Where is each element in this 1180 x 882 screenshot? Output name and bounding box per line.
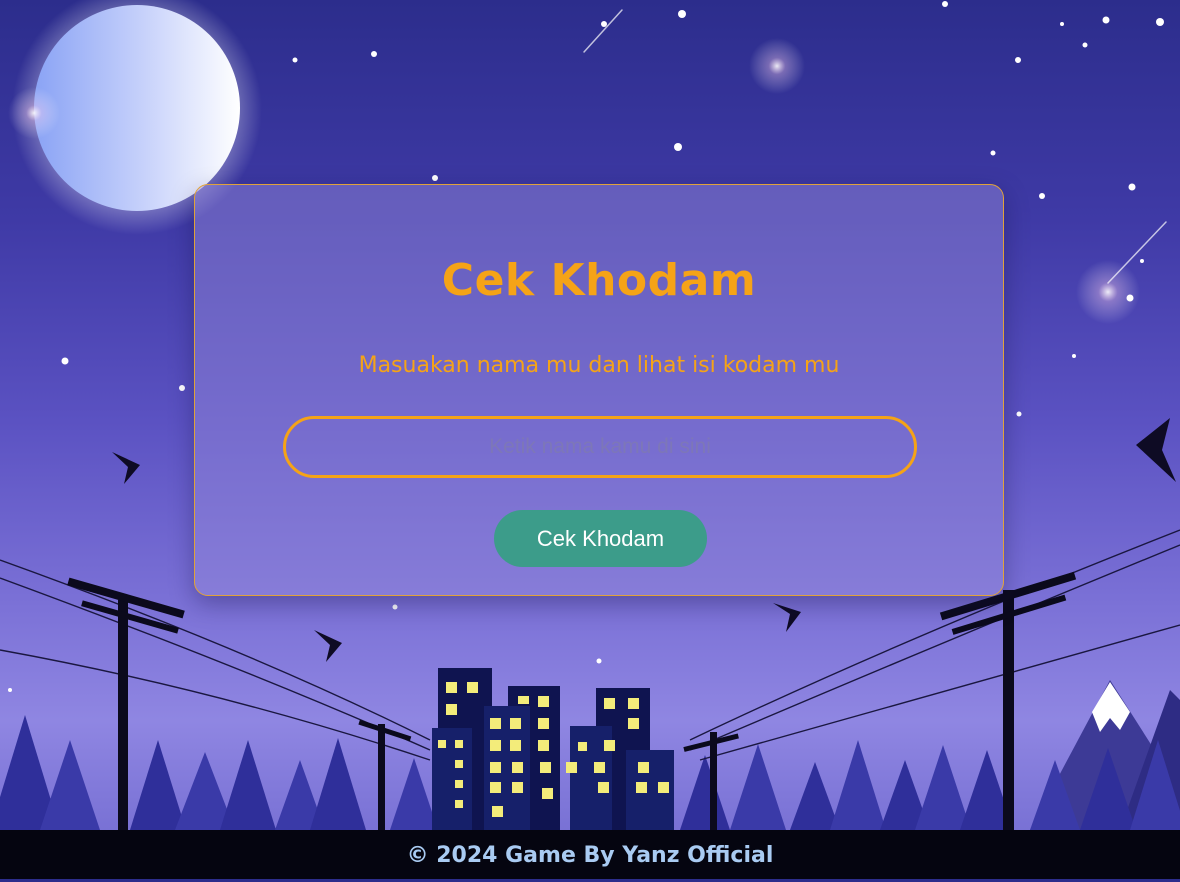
footer: © 2024 Game By Yanz Official [0, 830, 1180, 879]
card-subtitle: Masuakan nama mu dan lihat isi kodam mu [358, 353, 840, 378]
cek-khodam-button[interactable]: Cek Khodam [494, 510, 707, 567]
lens-flare-icon [1076, 260, 1140, 324]
cek-khodam-card: Cek Khodam Masuakan nama mu dan lihat is… [194, 184, 1004, 596]
card-title: Cek Khodam [441, 255, 757, 306]
lens-flare-icon [749, 38, 805, 94]
footer-copyright: © 2024 Game By Yanz Official [406, 843, 774, 868]
name-input[interactable] [283, 416, 917, 478]
